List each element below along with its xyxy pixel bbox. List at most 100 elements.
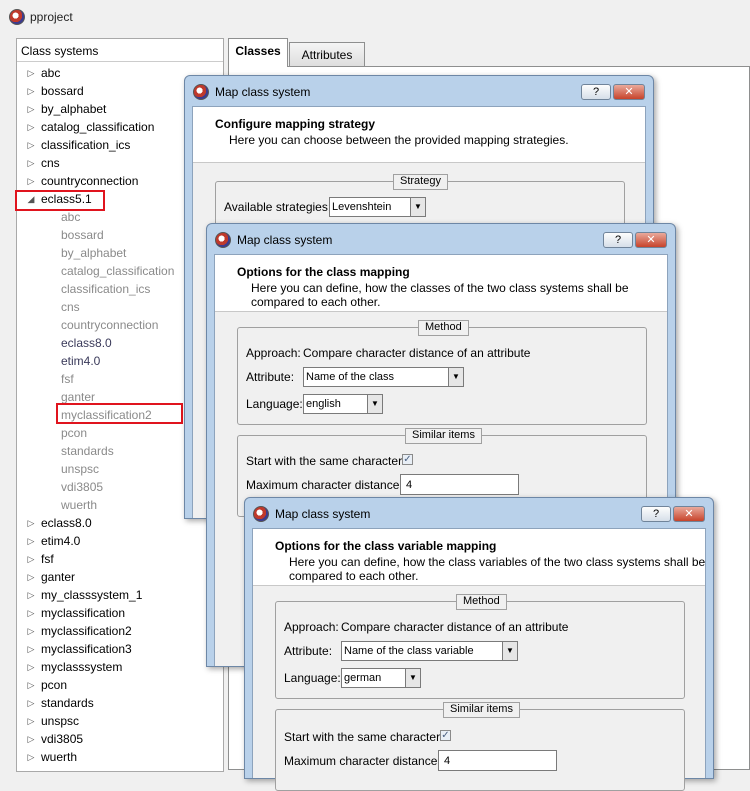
expand-arrow-icon[interactable]: ▷ xyxy=(25,748,37,766)
dialog-app-icon xyxy=(215,232,231,248)
dialog-header-description: Here you can choose between the provided… xyxy=(229,133,569,147)
dialog-header-description: Here you can define, how the class varia… xyxy=(289,555,706,583)
dialog-class-variable-mapping: Map class system ? ✕ Options for the cla… xyxy=(244,497,714,791)
method-group: Method Approach: Compare character dista… xyxy=(237,320,647,425)
dialog-header-description: Here you can define, how the classes of … xyxy=(251,281,629,309)
expand-arrow-icon[interactable]: ▷ xyxy=(25,712,37,730)
tree-item-label: vdi3805 xyxy=(61,480,104,494)
language-select[interactable]: english ▼ xyxy=(303,394,383,414)
tree-header: Class systems xyxy=(17,39,223,62)
strategy-select[interactable]: Levenshtein ▼ xyxy=(329,197,426,217)
close-button[interactable]: ✕ xyxy=(613,84,645,100)
tree-item-label: by_alphabet xyxy=(61,246,127,260)
expand-arrow-icon[interactable]: ▷ xyxy=(25,730,37,748)
dialog-title-bar[interactable]: Map class system ? ✕ xyxy=(185,76,653,106)
tab-classes[interactable]: Classes xyxy=(228,38,288,67)
expand-arrow-icon[interactable]: ▷ xyxy=(25,640,37,658)
help-button[interactable]: ? xyxy=(603,232,633,248)
tree-item-label: standards xyxy=(41,696,94,710)
expand-arrow-icon[interactable]: ▷ xyxy=(25,604,37,622)
help-button[interactable]: ? xyxy=(641,506,671,522)
tree-item-label: catalog_classification xyxy=(61,264,175,278)
dialog-header-title: Configure mapping strategy xyxy=(215,117,376,131)
dialog-title-bar[interactable]: Map class system ? ✕ xyxy=(207,224,675,254)
approach-label: Approach: xyxy=(284,620,339,634)
expand-arrow-icon[interactable]: ▷ xyxy=(25,64,37,82)
tree-item-label: unspsc xyxy=(41,714,80,728)
tree-item-label: etim4.0 xyxy=(41,534,81,548)
start-same-label: Start with the same character: xyxy=(284,730,444,744)
language-select-value: english xyxy=(306,398,341,410)
tree-item-label: bossard xyxy=(41,84,84,98)
similar-items-group-label: Similar items xyxy=(443,702,520,718)
expand-arrow-icon[interactable]: ▷ xyxy=(25,172,37,190)
attribute-label: Attribute: xyxy=(284,644,333,658)
tree-item-label: wuerth xyxy=(61,498,98,512)
dialog-header: Options for the class variable mapping H… xyxy=(253,529,705,586)
max-distance-field[interactable]: 4 xyxy=(438,750,557,771)
expand-arrow-icon[interactable]: ▷ xyxy=(25,586,37,604)
expand-arrow-icon[interactable]: ▷ xyxy=(25,550,37,568)
main-title-bar: pproject xyxy=(0,0,750,34)
tree-item-label: standards xyxy=(61,444,114,458)
tree-item-label: eclass8.0 xyxy=(41,516,92,530)
help-button[interactable]: ? xyxy=(581,84,611,100)
tree-item-label: myclassification2 xyxy=(41,624,132,638)
dialog-title-bar[interactable]: Map class system ? ✕ xyxy=(245,498,713,528)
attribute-select-value: Name of the class variable xyxy=(344,645,474,657)
expand-arrow-icon[interactable]: ▷ xyxy=(25,514,37,532)
start-same-checkbox[interactable]: ✓ xyxy=(402,454,413,465)
tree-item-label: wuerth xyxy=(41,750,78,764)
max-distance-label: Maximum character distance: xyxy=(284,754,441,768)
close-button[interactable]: ✕ xyxy=(673,506,705,522)
chevron-down-icon: ▼ xyxy=(448,368,463,386)
language-label: Language: xyxy=(246,397,303,411)
attribute-select[interactable]: Name of the class ▼ xyxy=(303,367,464,387)
dialog-app-icon xyxy=(193,84,209,100)
expand-arrow-icon[interactable]: ▷ xyxy=(25,694,37,712)
dialog-title: Map class system xyxy=(275,507,371,521)
max-distance-value: 4 xyxy=(406,479,413,491)
max-distance-field[interactable]: 4 xyxy=(400,474,519,495)
max-distance-label: Maximum character distance: xyxy=(246,478,403,492)
approach-value: Compare character distance of an attribu… xyxy=(303,346,531,360)
expand-arrow-icon[interactable]: ▷ xyxy=(25,118,37,136)
language-label: Language: xyxy=(284,671,341,685)
chevron-down-icon: ▼ xyxy=(410,198,425,216)
start-same-label: Start with the same character: xyxy=(246,454,406,468)
close-button[interactable]: ✕ xyxy=(635,232,667,248)
app-title: pproject xyxy=(30,10,73,24)
tree-item-label: my_classsystem_1 xyxy=(41,588,143,602)
highlight-myclassification2 xyxy=(56,403,183,424)
app-icon xyxy=(9,9,25,25)
dialog-app-icon xyxy=(253,506,269,522)
chevron-down-icon: ▼ xyxy=(367,395,382,413)
tree-item-label: ganter xyxy=(41,570,76,584)
tree-item-label: classification_ics xyxy=(41,138,131,152)
dialog-body: Options for the class variable mapping H… xyxy=(252,528,706,791)
expand-arrow-icon[interactable]: ▷ xyxy=(25,676,37,694)
tab-attributes[interactable]: Attributes xyxy=(289,42,365,68)
attribute-select-value: Name of the class xyxy=(306,371,395,383)
expand-arrow-icon[interactable]: ▷ xyxy=(25,532,37,550)
attribute-select[interactable]: Name of the class variable ▼ xyxy=(341,641,518,661)
tree-item-label: myclasssystem xyxy=(41,660,123,674)
tree-item-label: pcon xyxy=(61,426,88,440)
dialog-title: Map class system xyxy=(215,85,311,99)
available-strategies-label: Available strategies: xyxy=(224,200,332,214)
language-select[interactable]: german ▼ xyxy=(341,668,421,688)
expand-arrow-icon[interactable]: ▷ xyxy=(25,568,37,586)
tree-item-label: vdi3805 xyxy=(41,732,84,746)
expand-arrow-icon[interactable]: ▷ xyxy=(25,622,37,640)
start-same-checkbox[interactable]: ✓ xyxy=(440,730,451,741)
tree-item-label: catalog_classification xyxy=(41,120,155,134)
dialog-header-title: Options for the class mapping xyxy=(237,265,410,279)
expand-arrow-icon[interactable]: ▷ xyxy=(25,154,37,172)
expand-arrow-icon[interactable]: ▷ xyxy=(25,82,37,100)
expand-arrow-icon[interactable]: ▷ xyxy=(25,100,37,118)
expand-arrow-icon[interactable]: ▷ xyxy=(25,136,37,154)
tree-item-label: classification_ics xyxy=(61,282,151,296)
dialog-header: Configure mapping strategy Here you can … xyxy=(193,107,645,163)
strategy-select-value: Levenshtein xyxy=(332,201,392,213)
expand-arrow-icon[interactable]: ▷ xyxy=(25,658,37,676)
